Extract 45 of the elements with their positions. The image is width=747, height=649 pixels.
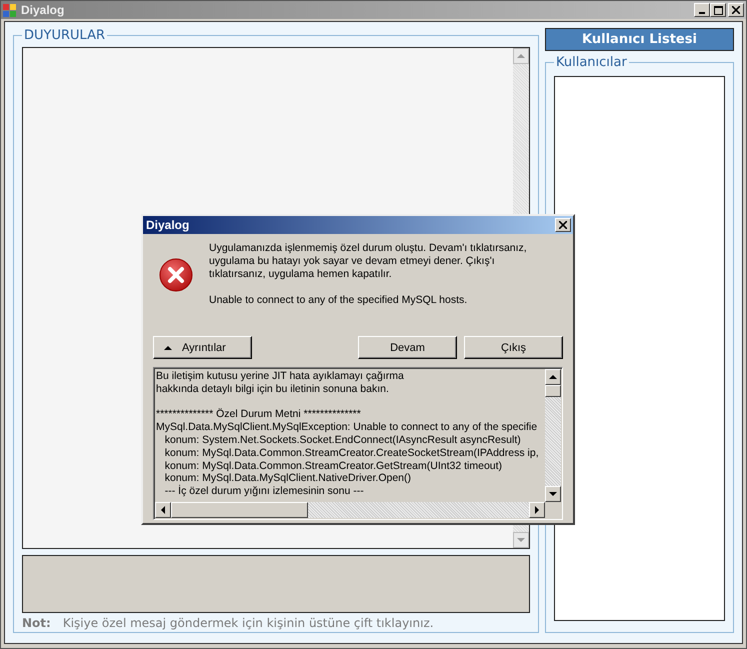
error-icon [159, 258, 193, 292]
dialog-message: Uygulamanızda işlenmemiş özel durum oluştu. Devam'ı tıklatırsanız, uygulama bu hatayı yok sayar ve devam etmeyi dener. Çıkış'ı tıklatırsanız, uygulama hemen kapatılır. [209, 242, 528, 281]
note-text: Kişiye özel mesaj göndermek için kişinin üstüne çift tıklayınız. [62, 616, 434, 630]
details-line: Bu iletişim kutusu yerine JIT hata ayıklamayı çağırma [156, 370, 405, 383]
triangle-down-icon [549, 491, 557, 497]
details-line: konum: MySql.Data.Common.StreamCreator.GetStream(UInt32 timeout) [164, 460, 504, 472]
dialog-button[interactable]: Çıkış [464, 336, 563, 359]
maximize-button[interactable] [710, 3, 726, 17]
triangle-up-icon [549, 374, 557, 380]
details-line: konum: MySql.Data.MySqlClient.NativeDriver.Open() [164, 472, 412, 484]
user-list-button[interactable]: Kullanıcı Listesi [545, 28, 734, 51]
app-icon [3, 4, 17, 16]
details-line: konum: System.Net.Sockets.Socket.EndConnect(IAsyncResult asyncResult) [164, 434, 522, 447]
triangle-right-icon [534, 506, 540, 514]
dialog-title: Diyalog [146, 218, 190, 232]
message-input[interactable] [22, 555, 530, 613]
close-button[interactable] [728, 3, 744, 17]
details-line: --- İç özel durum yığını izlemesinin sonu --- [164, 485, 365, 498]
details-line: ************** Özel Durum Metni ************** [156, 408, 362, 422]
scroll-right-button[interactable] [529, 502, 545, 518]
close-button[interactable] [555, 218, 571, 232]
details-textbox[interactable] [153, 367, 563, 520]
triangle-up-icon [517, 53, 525, 59]
details-line: konum: MySql.Data.Common.StreamCreator.CreateSocketStream(IPAddress ip, [164, 446, 540, 460]
details-button[interactable]: Ayrıntılar [153, 336, 252, 359]
group-title: DUYURULAR [23, 28, 106, 43]
note-label: Not: [22, 616, 51, 630]
triangle-up-icon [164, 344, 172, 350]
scrollbar[interactable] [155, 502, 545, 518]
triangle-down-icon [517, 537, 525, 543]
scroll-thumb[interactable] [171, 502, 308, 518]
details-line: MySql.Data.MySqlClient.MySqlException: Unable to connect to any of the specifie [156, 421, 538, 434]
close-icon [559, 221, 567, 229]
close-icon [732, 6, 740, 14]
minimize-button[interactable] [694, 3, 710, 17]
scroll-left-button[interactable] [155, 502, 171, 518]
scroll-thumb[interactable] [545, 385, 561, 397]
details-line: hakkında detaylı bilgi için bu iletinin sonuna bakın. [156, 382, 390, 396]
maximize-icon [714, 6, 722, 14]
scrollbar[interactable] [545, 369, 561, 502]
dialog-button[interactable]: Devam [358, 336, 457, 359]
dialog-message: Unable to connect to any of the specified MySQL hosts. [209, 294, 468, 307]
window-title: Diyalog [21, 3, 64, 17]
triangle-left-icon [160, 506, 166, 514]
group-title: Kullanıcılar [555, 55, 628, 70]
